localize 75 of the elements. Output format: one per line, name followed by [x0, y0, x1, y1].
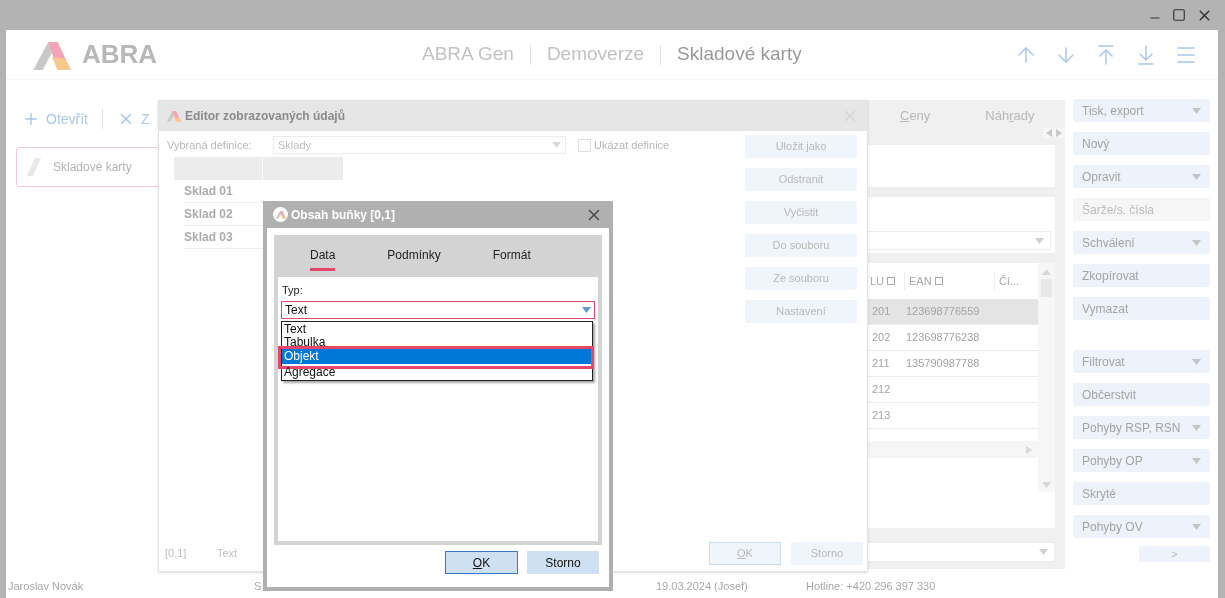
cancel-button[interactable]: Storno	[527, 551, 599, 574]
logo-icon	[167, 110, 181, 122]
vertical-scrollbar[interactable]	[1038, 263, 1055, 492]
table-cell-text: 213	[871, 408, 892, 424]
side-button[interactable]: Skryté	[1073, 482, 1210, 505]
breadcrumb[interactable]: Skladové karty	[677, 40, 802, 69]
logo-icon	[275, 210, 286, 219]
arrow-right-icon[interactable]	[1026, 445, 1032, 454]
show-definition-checkbox[interactable]	[578, 138, 591, 152]
dialog-button[interactable]: Vyčistit	[745, 201, 857, 224]
breadcrumb[interactable]: ABRA Gen	[422, 40, 514, 69]
table-cell-text: 211	[871, 356, 891, 372]
cell-position: [0,1]	[165, 546, 188, 562]
arrow-left-icon[interactable]	[1046, 129, 1052, 137]
next-button[interactable]: >	[1139, 546, 1210, 562]
caret-icon	[552, 142, 561, 148]
logo-text: ABRA	[82, 38, 158, 71]
type-select[interactable]: Text	[281, 300, 595, 319]
dropdown-option[interactable]: Text	[282, 321, 592, 335]
side-button[interactable]: Občerstvit	[1073, 383, 1210, 406]
tab[interactable]: Podmínky	[387, 246, 441, 271]
dialog-button[interactable]: Odstranit	[745, 168, 857, 191]
definition-select[interactable]: Sklady	[273, 136, 566, 154]
arrow-down-icon[interactable]	[1042, 482, 1051, 488]
dialog-button[interactable]: Uložit jako	[745, 135, 857, 158]
cell-type: Text	[217, 546, 238, 562]
table-cell-text: 201	[871, 304, 892, 320]
status-text: 19.03.2024 (Josef)	[656, 579, 749, 595]
status-text: Hotline: +420 296 397 330	[806, 579, 936, 595]
side-button[interactable]: Schválení	[1073, 231, 1210, 254]
side-button[interactable]: Nový	[1073, 132, 1210, 155]
table-cell-text: 202	[871, 330, 892, 346]
dialog-button[interactable]: Do souboru	[745, 234, 857, 257]
breadcrumb[interactable]: Demoverze	[546, 40, 645, 69]
dropdown-option[interactable]: Tabulka	[282, 334, 592, 348]
tab[interactable]: Formát	[492, 246, 531, 271]
toolbar-button[interactable]: Otevřít	[22, 108, 88, 130]
caret-icon	[1035, 237, 1044, 244]
caret-icon	[1039, 549, 1048, 555]
cancel-button[interactable]: Storno	[791, 542, 863, 565]
dialog-button[interactable]: Nastavení	[745, 300, 857, 323]
dialog-title: Obsah buňky [0,1]	[291, 206, 396, 224]
column-header[interactable]: LU	[869, 272, 904, 290]
side-button[interactable]: Pohyby OV	[1073, 515, 1210, 538]
table-cell-text: 135790987788	[905, 356, 980, 372]
side-button[interactable]: Zkopírovat	[1073, 264, 1210, 287]
side-button[interactable]: Vymazat	[1073, 297, 1210, 320]
side-button[interactable]: Tisk, export	[1073, 99, 1210, 122]
side-button[interactable]: Filtrovat	[1073, 350, 1210, 373]
table-cell-text: 123698776559	[905, 304, 980, 320]
dropdown-option[interactable]: Agregace	[282, 364, 592, 378]
maximize-icon[interactable]	[1172, 8, 1186, 22]
dialog-button[interactable]: Ze souboru	[745, 267, 857, 290]
side-button[interactable]: Pohyby RSP, RSN	[1073, 416, 1210, 439]
status-text: Jaroslav Novák	[7, 579, 85, 595]
status-text: S	[254, 579, 263, 595]
square-icon[interactable]	[887, 277, 896, 285]
caret-icon	[582, 306, 591, 313]
checkbox-label: Ukázat definice	[594, 137, 670, 153]
table-cell-text: 123698776238	[905, 330, 980, 346]
type-label: Typ:	[282, 283, 304, 298]
ok-button[interactable]: OK	[709, 542, 781, 565]
toolbar-button[interactable]: Z	[117, 108, 150, 130]
square-icon[interactable]	[934, 277, 943, 285]
side-button[interactable]: Opravit	[1073, 165, 1210, 188]
dialog-title: Editor zobrazovaných údajů	[185, 108, 346, 125]
arrow-right-icon[interactable]	[1056, 129, 1062, 137]
ok-button[interactable]: OK	[445, 551, 518, 574]
tab[interactable]: Data	[310, 246, 336, 271]
column-header[interactable]: EAN	[904, 272, 994, 290]
table-cell-text: 212	[871, 382, 892, 398]
arrow-up-icon[interactable]	[1042, 269, 1051, 275]
plus-icon	[22, 110, 40, 128]
tab[interactable]: Ceny	[900, 106, 931, 126]
side-button[interactable]: Pohyby OP	[1073, 449, 1210, 472]
